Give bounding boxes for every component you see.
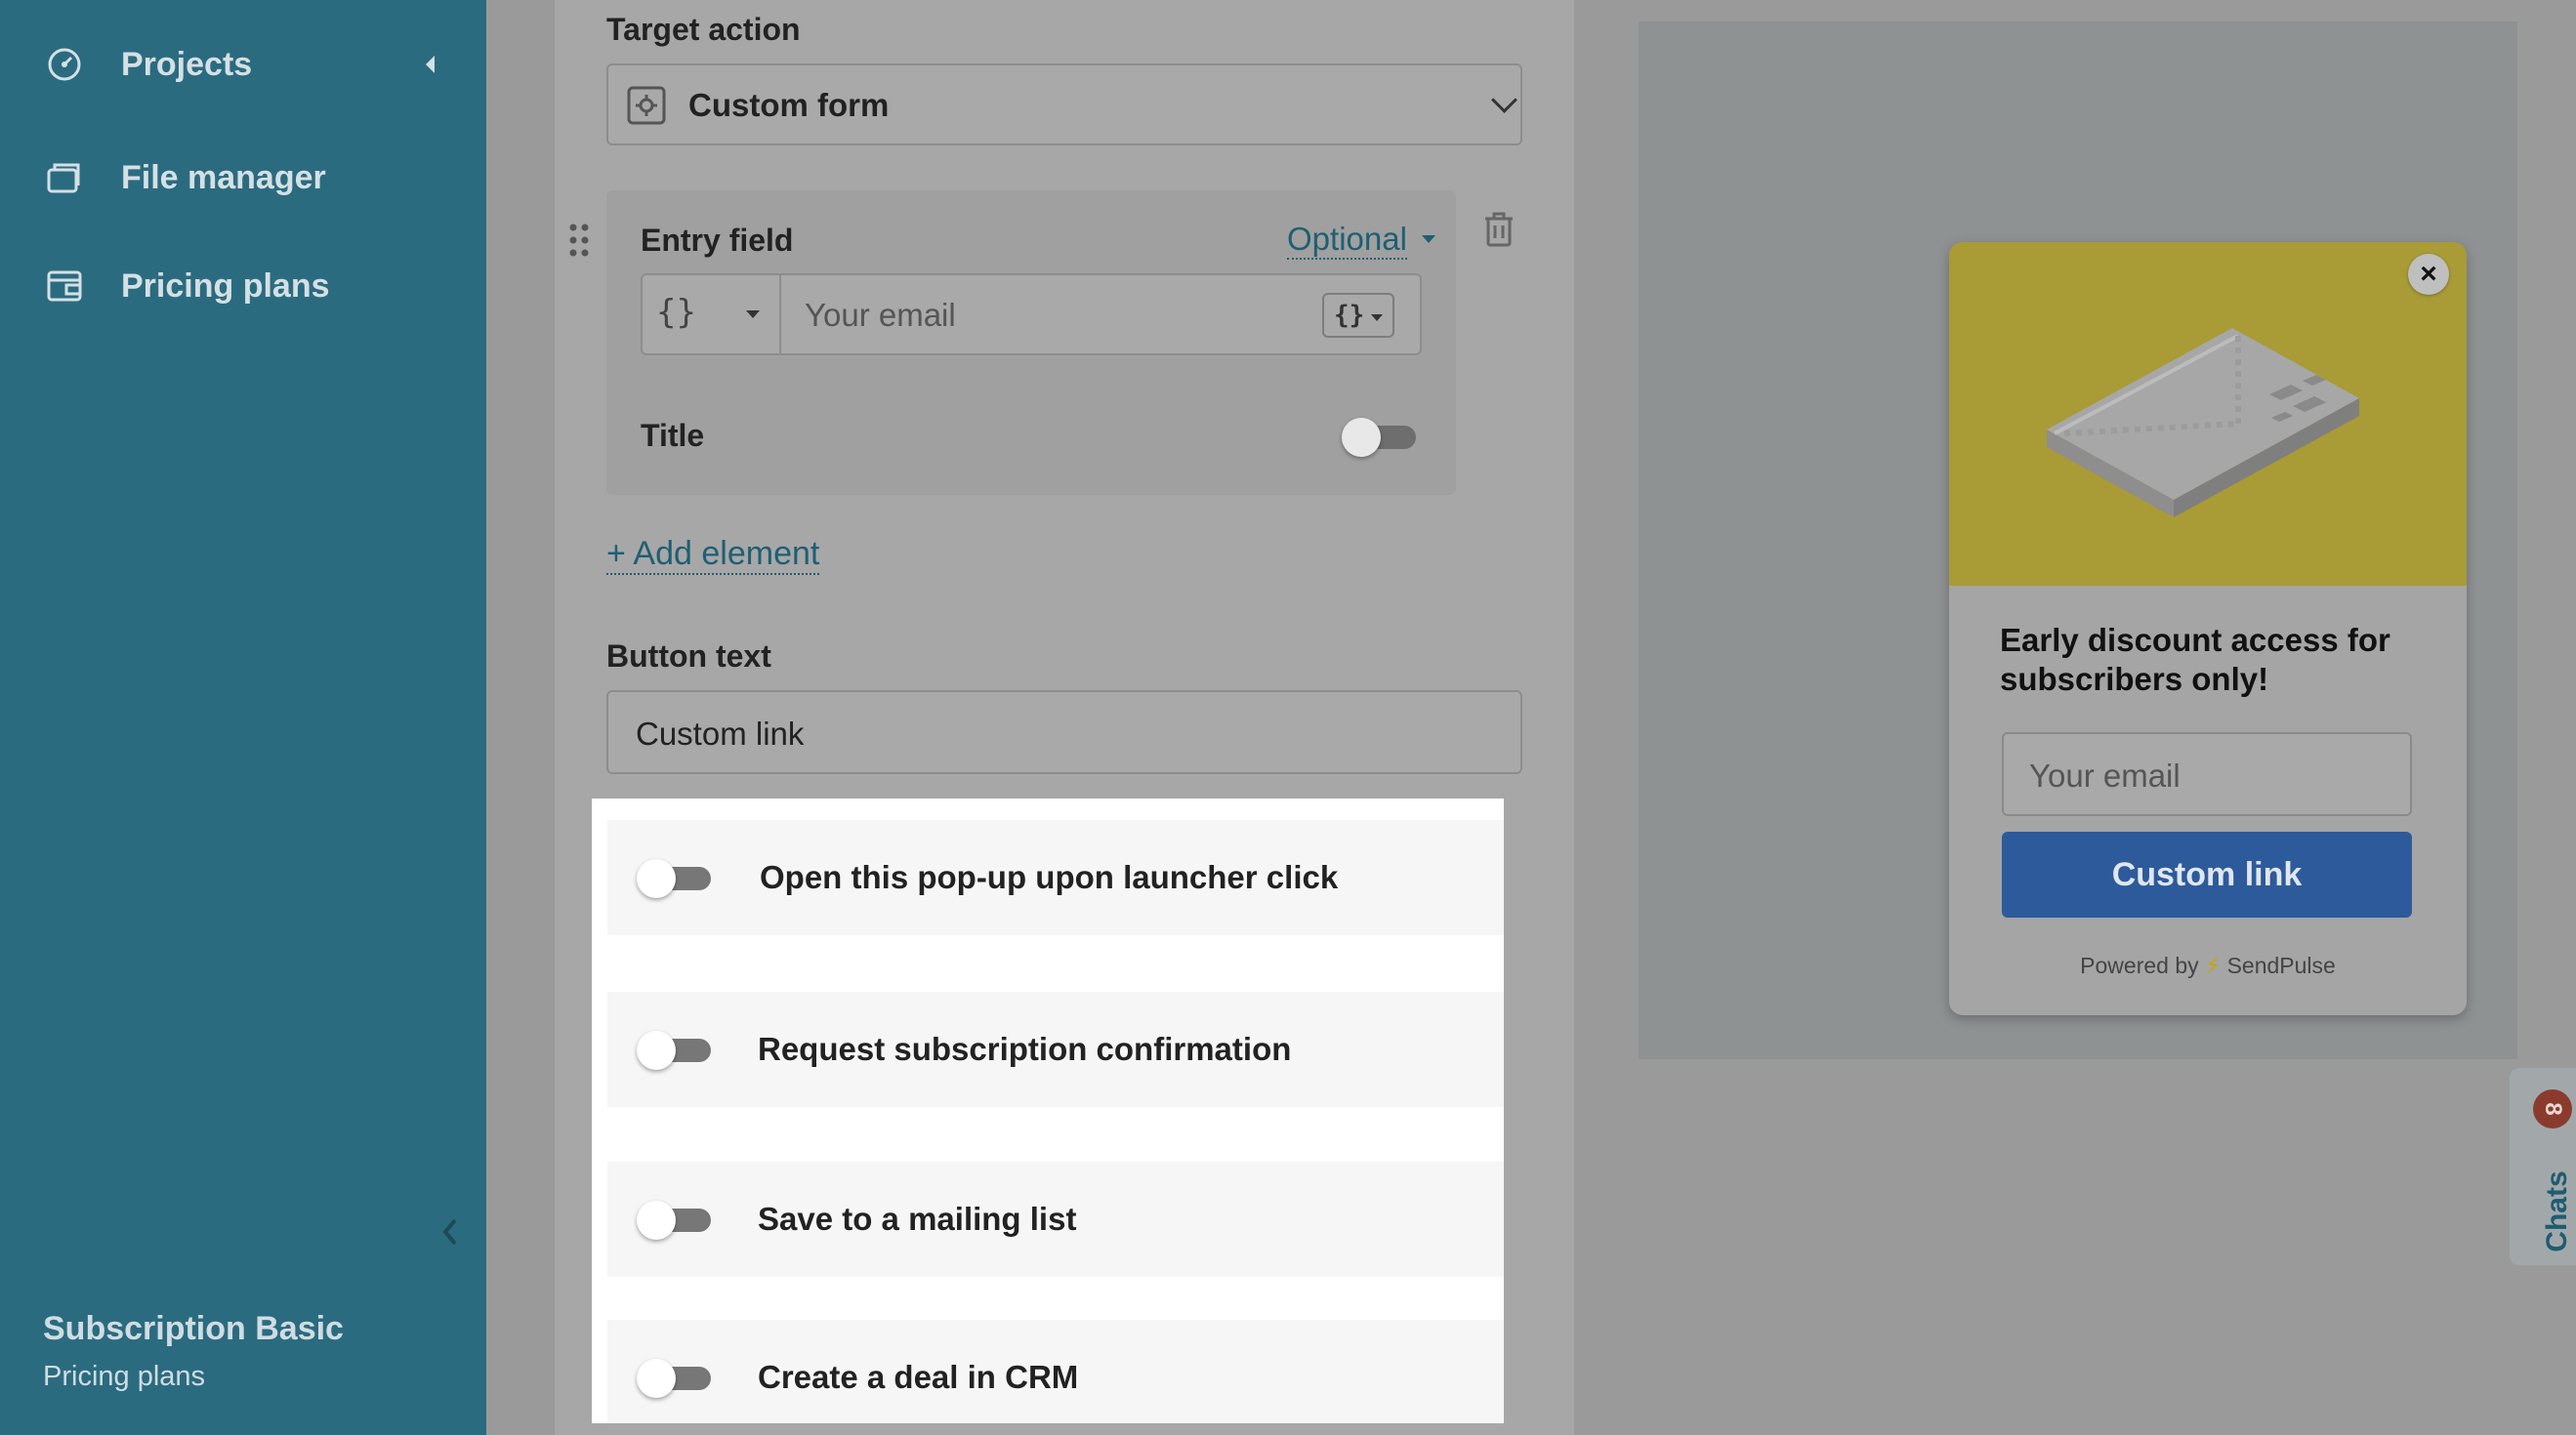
button-text-input[interactable]: Custom link <box>606 690 1522 774</box>
close-popup-button[interactable]: × <box>2408 254 2449 295</box>
create-crm-deal-toggle[interactable] <box>637 1359 711 1398</box>
entry-field-label: Entry field <box>641 223 794 258</box>
wallet-icon <box>47 270 82 302</box>
plan-subtitle[interactable]: Pricing plans <box>43 1361 205 1393</box>
hero-illustration: × <box>1949 242 2467 586</box>
sidebar: Projects File manager Pricing plans Subs… <box>0 0 486 1435</box>
bolt-icon: ⚡ <box>2205 953 2222 978</box>
option-request-confirmation: Request subscription confirmation <box>607 992 1504 1107</box>
variable-type-select[interactable]: {} <box>643 275 781 353</box>
caret-down-icon <box>1371 314 1383 321</box>
sidebar-item-label: File manager <box>121 158 326 196</box>
toggle-knob <box>637 859 676 898</box>
collapse-sidebar-button[interactable] <box>436 1212 465 1251</box>
caret-down-icon <box>1422 235 1435 243</box>
request-confirmation-toggle[interactable] <box>637 1031 711 1070</box>
popup-email-placeholder: Your email <box>2029 758 2181 794</box>
add-element-link[interactable]: + Add element <box>606 535 820 575</box>
sidebar-item-label: Pricing plans <box>121 266 330 305</box>
option-label: Open this pop-up upon launcher click <box>760 859 1339 895</box>
chats-label: Chats <box>2541 1170 2573 1252</box>
option-open-on-launcher: Open this pop-up upon launcher click <box>607 820 1504 935</box>
collapse-caret-icon[interactable] <box>426 56 435 73</box>
option-save-mailing-list: Save to a mailing list <box>607 1162 1504 1277</box>
email-placeholder[interactable]: Your email <box>805 297 956 334</box>
trash-icon[interactable] <box>1482 211 1516 248</box>
popup-submit-button[interactable]: Custom link <box>2002 832 2412 918</box>
chats-tab[interactable]: 8 Chats <box>2510 1068 2576 1265</box>
popup-email-input[interactable]: Your email <box>2002 732 2412 816</box>
entry-email-field: {} Your email {} <box>641 273 1422 355</box>
powered-by[interactable]: Powered by ⚡ SendPulse <box>1949 953 2467 979</box>
sidebar-item-pricing-plans[interactable]: Pricing plans <box>0 247 486 325</box>
open-on-launcher-toggle[interactable] <box>637 859 711 898</box>
folder-icon <box>47 163 80 193</box>
envelope-illustration <box>2047 328 2359 517</box>
sidebar-item-label: Projects <box>121 45 253 83</box>
drag-handle-icon[interactable] <box>568 223 590 258</box>
powered-brand: SendPulse <box>2226 953 2336 978</box>
toggle-knob <box>637 1031 676 1070</box>
sidebar-item-file-manager[interactable]: File manager <box>0 139 486 217</box>
button-text-value: Custom link <box>636 716 805 752</box>
target-action-value: Custom form <box>688 87 890 123</box>
popup-heading: Early discount access for subscribers on… <box>2000 622 2390 697</box>
projects-icon <box>48 48 81 81</box>
title-toggle[interactable] <box>1342 418 1416 457</box>
save-mailing-list-toggle[interactable] <box>637 1201 711 1240</box>
target-action-select[interactable]: Custom form <box>606 63 1522 145</box>
toggle-knob <box>1342 418 1381 457</box>
option-create-crm-deal: Create a deal in CRM <box>607 1320 1504 1423</box>
braces-icon: {} <box>656 293 696 332</box>
braces-icon: {} <box>1334 301 1365 330</box>
option-label: Request subscription confirmation <box>758 1031 1292 1067</box>
option-label: Create a deal in CRM <box>758 1359 1079 1395</box>
requirement-dropdown[interactable]: Optional <box>1287 221 1407 260</box>
powered-prefix: Powered by <box>2080 953 2199 978</box>
insert-variable-button[interactable]: {} <box>1322 293 1394 338</box>
caret-down-icon <box>746 310 760 318</box>
popup-preview: × Early discount access for subscribers … <box>1949 242 2467 1015</box>
form-settings-icon <box>627 86 666 125</box>
chats-count-badge: 8 <box>2533 1089 2572 1128</box>
toggle-knob <box>637 1359 676 1398</box>
plan-name: Subscription Basic <box>43 1310 344 1347</box>
chevron-down-icon <box>1491 87 1517 113</box>
title-label: Title <box>641 418 705 453</box>
target-action-label: Target action <box>606 12 801 47</box>
sidebar-item-projects[interactable]: Projects <box>0 25 486 103</box>
button-text-label: Button text <box>606 638 771 674</box>
option-label: Save to a mailing list <box>758 1201 1077 1237</box>
toggle-knob <box>637 1201 676 1240</box>
